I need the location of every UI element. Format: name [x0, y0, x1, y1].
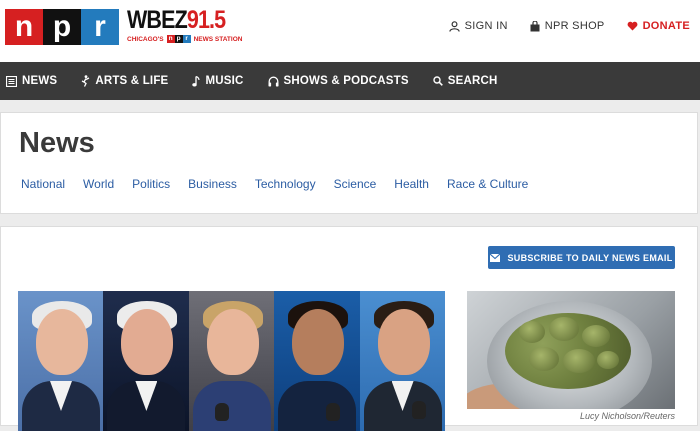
mini-npr-n: n: [166, 35, 175, 43]
figure-face: [292, 309, 345, 375]
candidate-photo-2: [103, 291, 189, 431]
npr-shop-label: NPR SHOP: [544, 20, 605, 32]
bud: [519, 321, 545, 343]
bud: [582, 325, 610, 347]
npr-shop-link[interactable]: NPR SHOP: [530, 20, 605, 32]
candidate-photo-5: [359, 291, 445, 431]
figure-face: [121, 309, 174, 375]
section-subnav: National World Politics Business Technol…: [21, 177, 528, 191]
bud: [549, 317, 579, 341]
content-area: SUBSCRIBE TO DAILY NEWS EMAIL Lucy Nicho…: [0, 226, 698, 431]
station-wordmark: WBEZ91.5: [127, 6, 226, 34]
section-header: News National World Politics Business Te…: [0, 112, 698, 214]
figure-face: [36, 309, 88, 375]
donate-label: DONATE: [642, 20, 690, 32]
mini-npr-p: p: [174, 35, 183, 43]
candidates-photo[interactable]: [18, 291, 445, 431]
headphones-icon: [268, 76, 278, 86]
subnav-world[interactable]: World: [83, 177, 114, 191]
mini-npr-logo: npr: [166, 35, 191, 43]
donate-link[interactable]: DONATE: [627, 20, 690, 32]
station-tagline-left: CHICAGO'S: [127, 35, 164, 43]
mini-npr-r: r: [182, 35, 191, 43]
station-tagline-right: NEWS STATION: [193, 35, 243, 43]
sign-in-label: SIGN IN: [464, 20, 508, 32]
station-logo[interactable]: WBEZ91.5 CHICAGO'S npr NEWS STATION: [127, 6, 242, 43]
nav-item-arts-life[interactable]: ARTS & LIFE: [81, 75, 168, 87]
nav-label-music: MUSIC: [205, 75, 244, 87]
news-icon: [6, 75, 17, 87]
nav-label-news: NEWS: [22, 75, 58, 87]
bud: [597, 351, 619, 369]
candidate-photo-4: [274, 291, 360, 431]
shopping-bag-icon: [530, 20, 540, 31]
page-title: News: [19, 127, 95, 159]
search-icon: [433, 76, 443, 86]
station-name: WBEZ: [127, 6, 188, 34]
npr-logo-n: n: [5, 9, 43, 45]
subscribe-label: SUBSCRIBE TO DAILY NEWS EMAIL: [507, 252, 673, 263]
cannabis-photo[interactable]: [467, 291, 675, 409]
main-nav: NEWS ARTS & LIFE MUSIC SHOWS & PODCASTS …: [0, 62, 700, 100]
heart-icon: [627, 21, 637, 31]
npr-logo-r: r: [81, 9, 119, 45]
subnav-national[interactable]: National: [21, 177, 65, 191]
figure-face: [206, 309, 259, 375]
subnav-race-culture[interactable]: Race & Culture: [447, 177, 528, 191]
station-frequency: 91.5: [186, 6, 226, 34]
photo-credit: Lucy Nicholson/Reuters: [579, 411, 675, 421]
subnav-politics[interactable]: Politics: [132, 177, 170, 191]
user-icon: [448, 20, 460, 32]
site-header: n p r WBEZ91.5 CHICAGO'S npr NEWS STATIO…: [0, 0, 700, 62]
nav-label-shows-podcasts: SHOWS & PODCASTS: [283, 75, 409, 87]
candidate-photo-3: [188, 291, 275, 431]
nav-label-arts-life: ARTS & LIFE: [95, 75, 169, 87]
nav-label-search: SEARCH: [447, 75, 498, 87]
nav-item-music[interactable]: MUSIC: [192, 75, 243, 87]
subnav-business[interactable]: Business: [188, 177, 237, 191]
microphone: [214, 403, 229, 421]
arts-icon: [82, 75, 90, 87]
bud: [529, 347, 559, 371]
nav-item-search[interactable]: SEARCH: [433, 75, 498, 87]
figure-face: [377, 309, 430, 375]
envelope-icon: [490, 253, 501, 262]
music-note-icon: [192, 75, 201, 86]
subnav-science[interactable]: Science: [334, 177, 377, 191]
sign-in-link[interactable]: SIGN IN: [448, 20, 508, 32]
microphone: [411, 401, 426, 419]
subnav-health[interactable]: Health: [394, 177, 429, 191]
station-tagline: CHICAGO'S npr NEWS STATION: [127, 35, 242, 43]
npr-logo[interactable]: n p r: [5, 9, 119, 45]
subscribe-button[interactable]: SUBSCRIBE TO DAILY NEWS EMAIL: [488, 246, 675, 269]
npr-logo-p: p: [43, 9, 81, 45]
candidate-photo-1: [18, 291, 104, 431]
subnav-technology[interactable]: Technology: [255, 177, 316, 191]
account-links: SIGN IN NPR SHOP DONATE: [448, 20, 690, 32]
nav-item-news[interactable]: NEWS: [6, 75, 57, 87]
bud: [563, 349, 595, 373]
microphone: [326, 403, 341, 421]
nav-item-shows-podcasts[interactable]: SHOWS & PODCASTS: [268, 75, 409, 87]
